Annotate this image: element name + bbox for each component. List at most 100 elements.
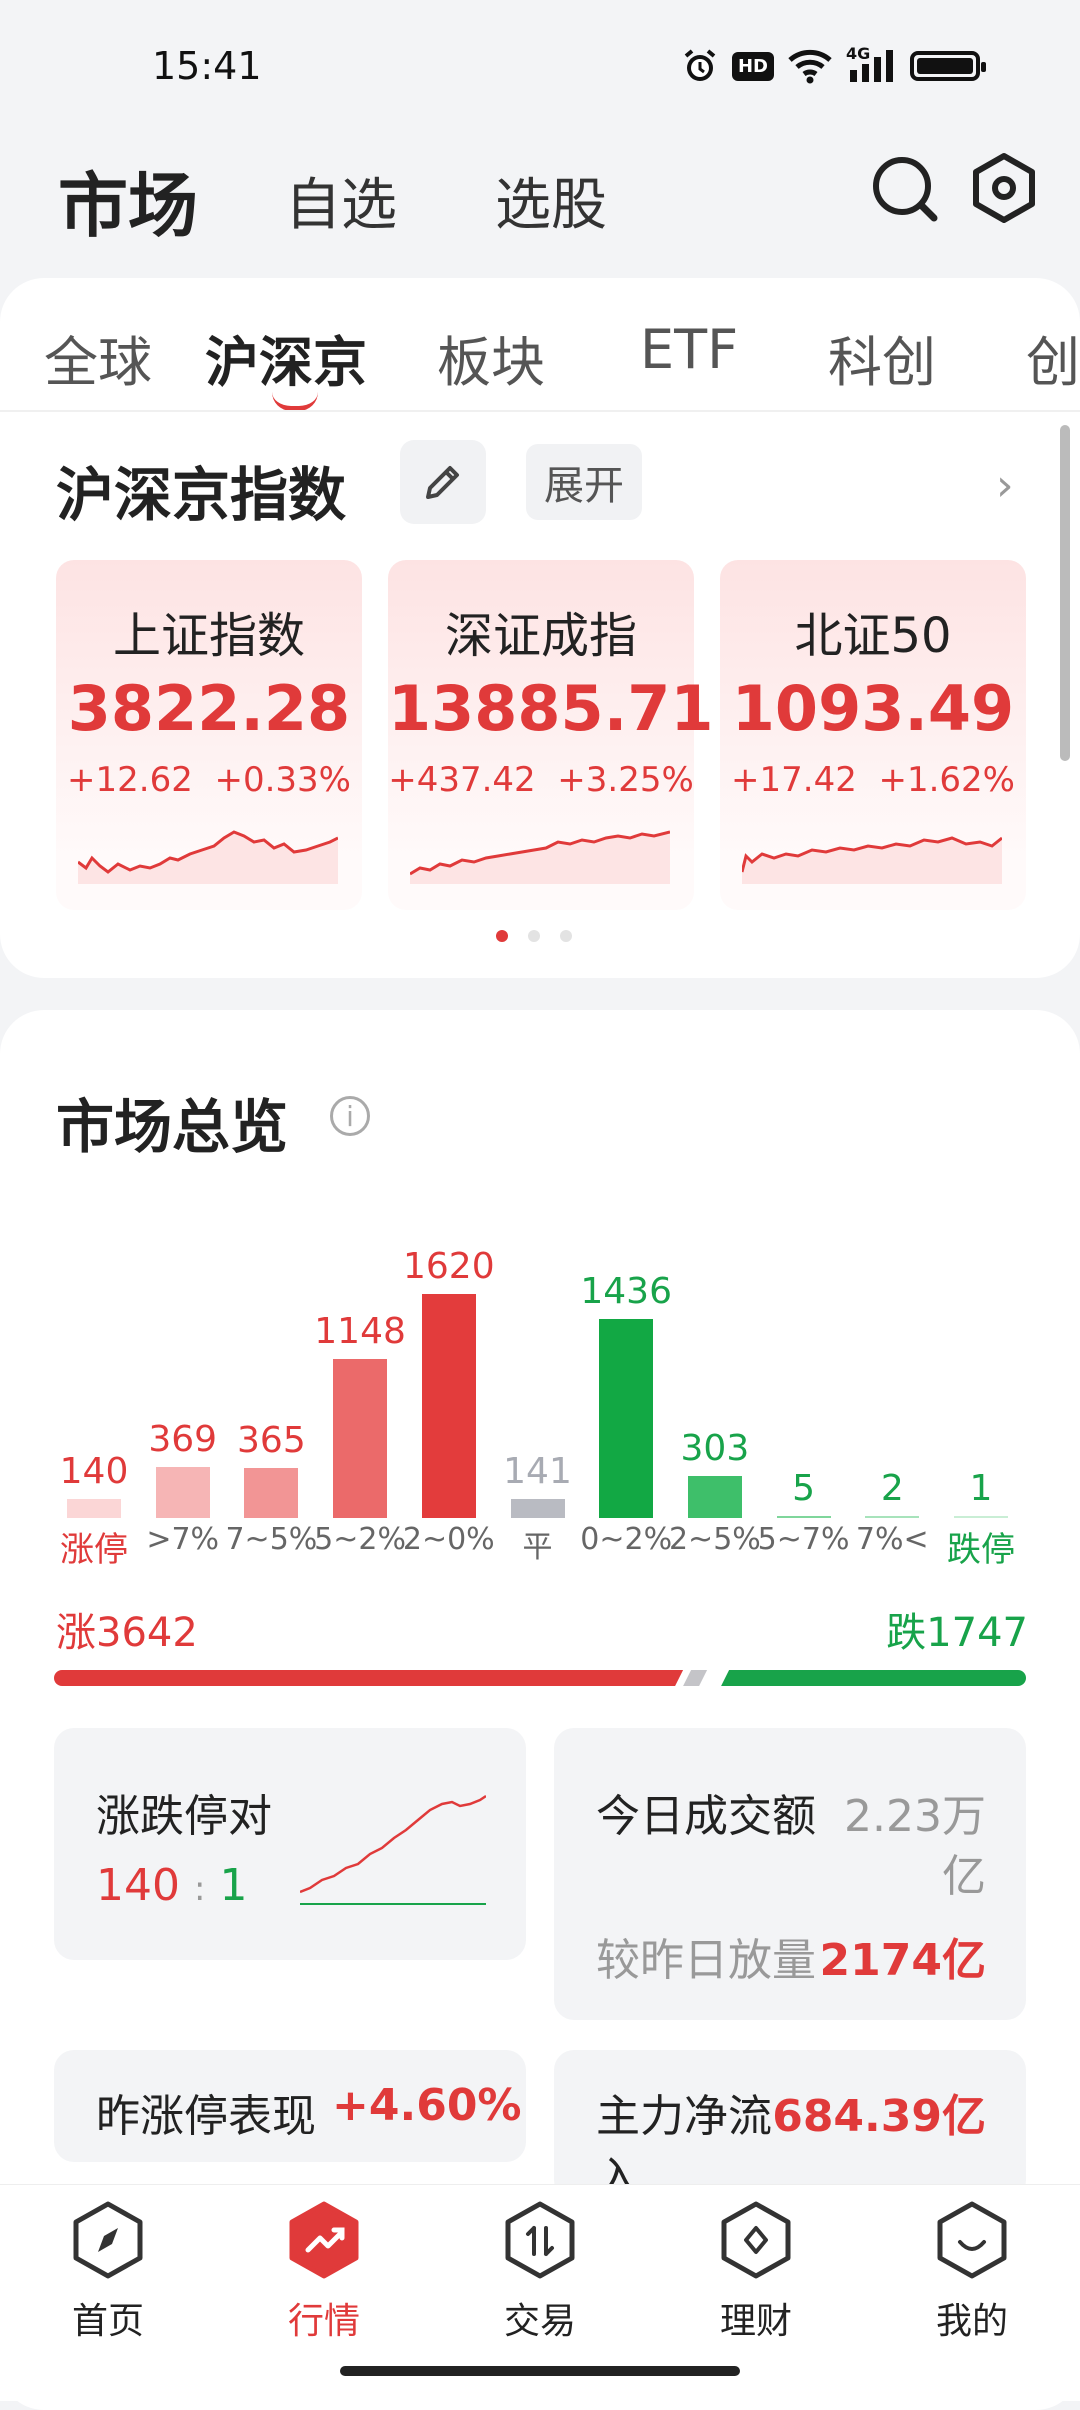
alarm-icon (684, 49, 716, 81)
nav-home[interactable]: 首页 (38, 2200, 178, 2344)
dist-bar-value: 369 (148, 1418, 218, 1460)
sparkline (410, 830, 670, 884)
dist-bar-label: 7~5% (225, 1522, 318, 1557)
chevron-right-icon[interactable]: › (996, 460, 1014, 511)
index-card-bse50[interactable]: 北证50 1093.49 +17.42 +1.62% (720, 560, 1026, 910)
pager-dot[interactable] (496, 930, 508, 942)
dist-bar-label: 0~2% (580, 1522, 673, 1557)
nav-profile[interactable]: 我的 (902, 2200, 1042, 2344)
hd-badge: HD (731, 51, 774, 81)
dist-bar-label: 7%< (855, 1522, 929, 1557)
nav-market[interactable]: 行情 (254, 2200, 394, 2344)
dist-bar-value: 1620 (402, 1246, 495, 1287)
tab-sectors[interactable]: 板块 (437, 318, 545, 397)
prev-limit-value: +4.60% (332, 2080, 522, 2131)
divider (0, 410, 1080, 412)
dist-bar (954, 1516, 1008, 1518)
sparkline (742, 836, 1002, 884)
turnover-compare-value: 2174亿 (819, 1935, 986, 1986)
pager-dot[interactable] (560, 930, 572, 942)
wealth-icon (721, 2201, 791, 2279)
info-icon[interactable]: i (330, 1096, 370, 1136)
search-icon[interactable] (866, 150, 942, 226)
limit-pair-sparkline (300, 1794, 486, 1905)
status-time: 15:41 (152, 44, 262, 88)
tab-global[interactable]: 全球 (44, 318, 152, 397)
edit-button[interactable] (400, 440, 486, 524)
market-tabs: 全球 沪深京 板块 ETF 科创 创 (0, 318, 1080, 394)
settings-icon[interactable] (966, 150, 1042, 226)
main-flow-tile[interactable]: 主力净流 入 684.39亿 (554, 2050, 1026, 2204)
dist-bar (687, 1476, 742, 1518)
dist-bar-value: 1148 (314, 1311, 406, 1353)
dist-bar-label: 2~0% (402, 1522, 495, 1557)
dist-bar-label: 跌停 (947, 1530, 1015, 1570)
trend-icon (289, 2201, 359, 2279)
page-title[interactable]: 市场 (58, 150, 198, 251)
index-card-shanghai[interactable]: 上证指数 3822.28 +12.62 +0.33% (56, 560, 362, 910)
nav-label: 首页 (71, 2301, 144, 2342)
dist-bar-value: 140 (59, 1450, 129, 1492)
nav-label: 交易 (503, 2301, 576, 2342)
dist-bar (599, 1319, 654, 1518)
pencil-icon (426, 466, 459, 499)
index-name: 深证成指 (444, 608, 637, 664)
dist-bar (421, 1294, 476, 1518)
dist-bar-label: 5~2% (314, 1522, 406, 1557)
dist-bar-label: 涨停 (60, 1530, 128, 1570)
nav-trade[interactable]: 交易 (470, 2200, 610, 2344)
signal-icon: 4G (846, 44, 896, 84)
index-card-shenzhen[interactable]: 深证成指 13885.71 +437.42 +3.25% (388, 560, 714, 910)
scrollbar[interactable] (1060, 425, 1070, 761)
index-name: 上证指数 (112, 608, 305, 664)
wifi-icon (788, 49, 832, 84)
nav-label: 理财 (719, 2301, 792, 2342)
index-change: +12.62 +0.33% (67, 760, 351, 800)
limit-pair-title: 涨跌停对 (96, 1791, 272, 1842)
dist-bar (333, 1359, 388, 1518)
trade-icon (505, 2201, 575, 2279)
dist-bar-value: 1 (969, 1468, 993, 1509)
dist-bar-value: 1436 (580, 1271, 672, 1313)
dist-bar-value: 5 (792, 1468, 816, 1509)
overview-title: 市场总览 (56, 1093, 289, 1161)
turnover-title: 今日成交额 (596, 1791, 816, 1842)
dist-bar-label: 2~5% (668, 1522, 761, 1557)
status-icons: HD 4G (682, 44, 986, 86)
turnover-value-line2: 亿 (942, 1851, 986, 1902)
turnover-compare-label: 较昨日放量 (596, 1935, 816, 1986)
turnover-value-line1: 2.23万 (844, 1791, 986, 1842)
tab-stock-picker[interactable]: 选股 (495, 160, 607, 241)
sparkline (78, 830, 338, 884)
dist-bar-label: >7% (146, 1522, 220, 1557)
profile-icon (937, 2201, 1007, 2279)
rise-fall-ratio-bar (54, 1670, 1026, 1686)
nav-label: 我的 (935, 2301, 1008, 2342)
dist-bar (865, 1516, 920, 1518)
tab-watchlist[interactable]: 自选 (285, 160, 397, 241)
separator: : (193, 1869, 206, 1909)
fall-total: 跌1747 (886, 1610, 1028, 1656)
expand-button[interactable]: 展开 (526, 444, 642, 520)
tab-hs-bj[interactable]: 沪深京 (205, 318, 367, 397)
battery-icon (910, 51, 986, 81)
compass-icon (73, 2201, 143, 2279)
indices-title: 沪深京指数 (56, 461, 347, 529)
dist-bar-value: 365 (237, 1419, 306, 1461)
pager-dot[interactable] (528, 930, 540, 942)
limit-up-count: 140 (96, 1860, 180, 1911)
dist-bar-value: 303 (680, 1428, 750, 1470)
home-indicator[interactable] (340, 2366, 740, 2376)
limit-pair-tile[interactable]: 涨跌停对 140 : 1 (54, 1728, 526, 1960)
tab-star-market[interactable]: 科创 (828, 318, 936, 397)
prev-limit-tile[interactable]: 昨涨停表现 +4.60% (54, 2050, 526, 2162)
nav-label: 行情 (287, 2301, 360, 2342)
main-flow-value: 684.39亿 (772, 2091, 986, 2142)
turnover-tile[interactable]: 今日成交额 2.23万 亿 较昨日放量 2174亿 (554, 1728, 1026, 2020)
nav-wealth[interactable]: 理财 (686, 2200, 826, 2344)
dist-bar-value: 2 (880, 1468, 904, 1509)
tab-chinext[interactable]: 创 (1026, 318, 1080, 397)
tab-etf[interactable]: ETF (640, 318, 738, 381)
main-flow-title: 主力净流 (596, 2091, 772, 2142)
index-name: 北证50 (794, 608, 952, 664)
